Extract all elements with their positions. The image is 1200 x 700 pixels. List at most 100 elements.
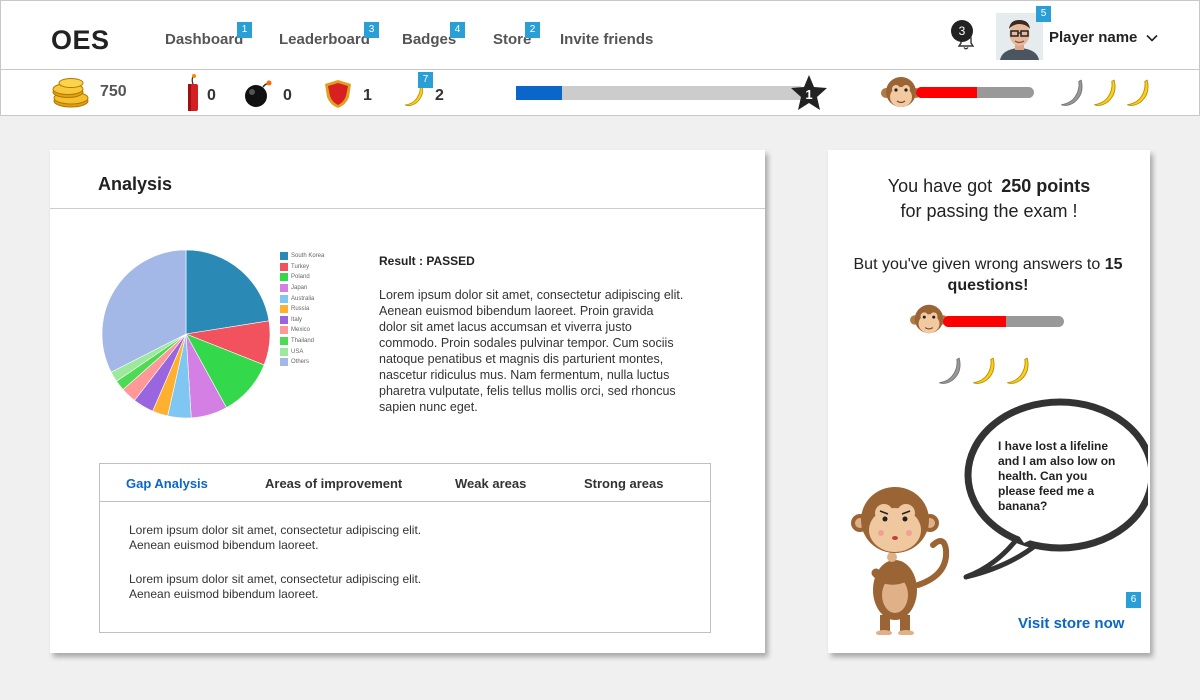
legend-swatch	[280, 358, 288, 367]
banana-badge: 7	[418, 72, 433, 88]
result-description: Lorem ipsum dolor sit amet, consectetur …	[379, 288, 684, 414]
coins-icon	[52, 78, 89, 108]
points-card: You have got 250 points for passing the …	[828, 150, 1150, 653]
legend-item: Italy	[280, 315, 324, 326]
legend-item: Australia	[280, 293, 324, 304]
legend-item: Poland	[280, 272, 324, 283]
chart-legend: South Korea Turkey Poland Japan Australia Rus…	[280, 251, 324, 368]
legend-label: Turkey	[291, 263, 310, 270]
legend-item: Japan	[280, 283, 324, 294]
visit-store-link[interactable]: Visit store now	[1018, 615, 1124, 632]
legend-item: Others	[280, 357, 324, 368]
result-status: Result : PASSED	[379, 254, 475, 268]
shield-icon	[325, 80, 351, 108]
health-bar	[916, 87, 1034, 98]
level-star-icon: 1	[791, 75, 827, 110]
legend-item: Mexico	[280, 325, 324, 336]
banana-lost-icon	[1061, 79, 1083, 106]
nav-invite-friends[interactable]: Invite friends	[560, 31, 653, 48]
legend-item: South Korea	[280, 251, 324, 262]
nav-leaderboard[interactable]: Leaderboard	[279, 31, 370, 48]
nav-badges[interactable]: Badges	[402, 31, 456, 48]
points-value: 250 points	[1001, 176, 1091, 196]
dynamite-icon	[188, 74, 198, 111]
top-navigation: OES Dashboard 1 Leaderboard 3 Badges 4 S…	[0, 0, 1200, 70]
legend-swatch	[280, 294, 288, 303]
wrong-prefix: But you've given wrong answers to	[853, 256, 1101, 273]
legend-swatch	[280, 326, 288, 335]
speech-bubble-text: I have lost a lifeline and I am also low…	[998, 439, 1116, 513]
health-bar	[943, 316, 1064, 327]
banana-life-icon	[1094, 79, 1116, 106]
wrong-count: 15	[1104, 256, 1123, 273]
nav-store-badge: 2	[525, 22, 540, 38]
tab-weak-areas[interactable]: Weak areas	[455, 476, 526, 491]
analysis-tabs-panel: Gap Analysis Areas of improvement Weak a…	[99, 463, 711, 633]
legend-label: Italy	[291, 316, 303, 323]
monkey-icon	[881, 77, 921, 107]
nav-dashboard[interactable]: Dashboard	[165, 31, 243, 48]
nav-dashboard-badge: 1	[237, 22, 252, 38]
health-bar-fill	[916, 87, 978, 98]
banana-life-icon	[1007, 357, 1029, 384]
legend-swatch	[280, 347, 288, 356]
bombs-count: 0	[283, 87, 292, 104]
legend-swatch	[280, 315, 288, 324]
legend-item: Russia	[280, 304, 324, 315]
points-earned-line: You have got 250 points	[828, 176, 1150, 197]
legend-label: Poland	[291, 274, 310, 281]
points-prefix: You have got	[887, 176, 993, 196]
nav-badges-badge: 4	[450, 22, 465, 38]
legend-swatch	[280, 337, 288, 346]
legend-swatch	[280, 273, 288, 282]
nav-leaderboard-badge: 3	[364, 22, 379, 38]
app-logo[interactable]: OES	[51, 25, 110, 56]
sad-monkey-illustration	[851, 487, 950, 635]
legend-label: Japan	[291, 285, 308, 292]
analysis-title: Analysis	[98, 174, 173, 194]
tabs-header: Gap Analysis Areas of improvement Weak a…	[100, 464, 710, 502]
analysis-card: Analysis South Korea Turkey Poland Japan Aus…	[50, 150, 765, 653]
banana-life-icon	[973, 357, 995, 384]
divider	[50, 208, 765, 209]
legend-label: Thailand	[291, 338, 315, 345]
legend-swatch	[280, 262, 288, 271]
player-name-label: Player name	[1049, 29, 1138, 46]
chevron-down-icon	[1145, 34, 1158, 42]
level-progress-fill	[516, 86, 562, 100]
tab-areas-of-improvement[interactable]: Areas of improvement	[265, 476, 402, 491]
banana-life-icon	[1127, 79, 1149, 106]
tab-content-paragraph: Lorem ipsum dolor sit amet, consectetur …	[129, 572, 422, 601]
legend-label: Others	[291, 359, 310, 366]
points-reason: for passing the exam !	[900, 201, 1078, 221]
wrong-suffix: questions!	[947, 277, 1029, 294]
notification-count: 3	[951, 20, 973, 42]
tab-gap-analysis[interactable]: Gap Analysis	[126, 476, 208, 491]
legend-item: Turkey	[280, 262, 324, 273]
legend-swatch	[280, 252, 288, 261]
pie-chart	[101, 249, 271, 419]
legend-label: Mexico	[291, 327, 311, 334]
tab-content-paragraph: Lorem ipsum dolor sit amet, consectetur …	[129, 523, 422, 552]
store-badge: 6	[1126, 592, 1141, 608]
legend-label: Australia	[291, 295, 315, 302]
legend-label: USA	[291, 348, 304, 355]
legend-label: South Korea	[291, 253, 325, 260]
legend-swatch	[280, 284, 288, 293]
legend-label: Russia	[291, 306, 310, 313]
level-progress-bar	[516, 86, 801, 100]
legend-item: USA	[280, 346, 324, 357]
dynamite-count: 0	[207, 87, 216, 104]
profile-badge: 5	[1036, 6, 1051, 22]
player-name-menu[interactable]: Player name	[1049, 29, 1158, 46]
banana-lost-icon	[939, 357, 961, 384]
bananas-count: 2	[435, 87, 444, 104]
bomb-icon	[245, 80, 272, 107]
stats-bar: 750 0 0 1 7 2 1	[0, 69, 1200, 116]
tab-strong-areas[interactable]: Strong areas	[584, 476, 663, 491]
legend-item: Thailand	[280, 336, 324, 347]
coins-count: 750	[100, 83, 127, 100]
level-number: 1	[805, 87, 812, 102]
shields-count: 1	[363, 87, 372, 104]
wrong-answers-text: But you've given wrong answers to 15 que…	[848, 254, 1128, 296]
